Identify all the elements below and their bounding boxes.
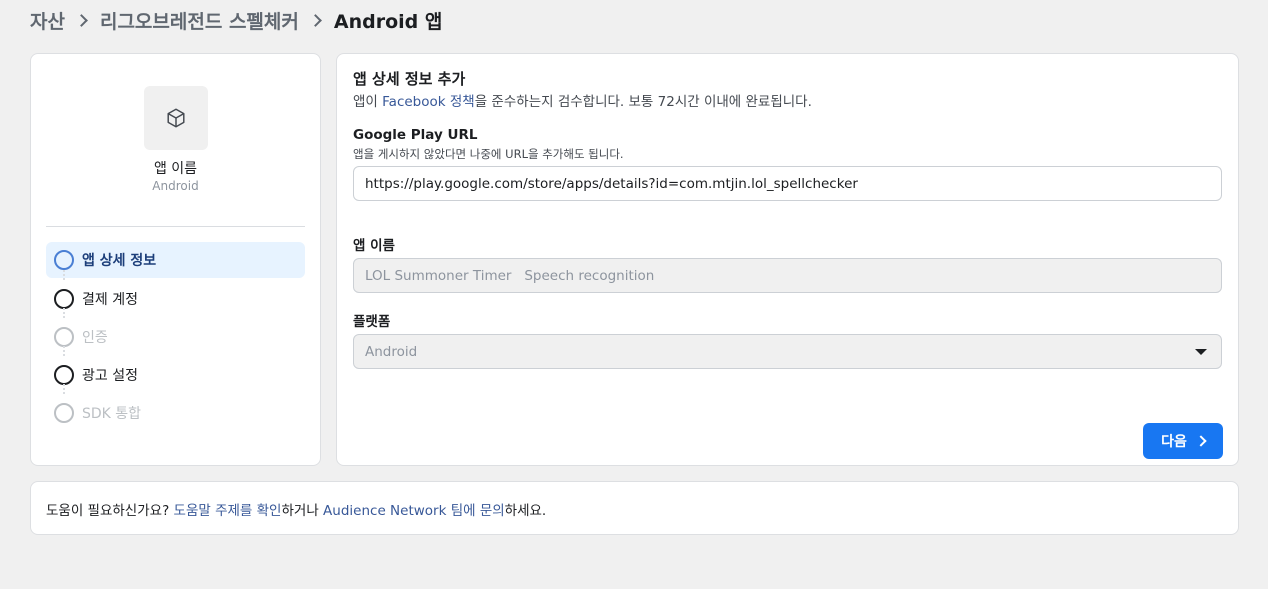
step-circle-icon <box>54 250 74 270</box>
step-circle-icon <box>54 403 74 423</box>
cube-icon <box>167 108 185 128</box>
step-label: SDK 통합 <box>82 406 142 422</box>
step-ad-settings[interactable]: 광고 설정 <box>46 346 305 394</box>
step-connector <box>63 270 65 280</box>
help-card: 도움이 필요하신가요? 도움말 주제를 확인하거나 Audience Netwo… <box>30 481 1239 535</box>
app-summary-card: 앱 이름 Android 앱 상세 정보 결제 계정 인증 광고 설정 SDK … <box>30 53 321 466</box>
step-label: 결제 계정 <box>82 292 138 308</box>
platform-select[interactable]: Android <box>353 334 1222 369</box>
app-name-value: LOL Summoner Timer Speech recognition <box>365 267 655 284</box>
contact-team-link[interactable]: Audience Network 팀에 문의 <box>323 503 505 519</box>
help-middle: 하거나 <box>281 503 324 519</box>
breadcrumb-item-current: Android 앱 <box>333 10 443 33</box>
step-payment-account[interactable]: 결제 계정 <box>46 270 305 318</box>
step-label: 광고 설정 <box>82 368 138 384</box>
app-name-input: LOL Summoner Timer Speech recognition <box>353 258 1222 293</box>
app-details-form: 앱 상세 정보 추가 앱이 Facebook 정책을 준수하는지 검수합니다. … <box>336 53 1239 466</box>
play-url-value: https://play.google.com/store/apps/detai… <box>365 175 858 192</box>
app-name-label: 앱 이름 <box>353 238 395 254</box>
step-connector <box>63 384 65 394</box>
form-description: 앱이 Facebook 정책을 준수하는지 검수합니다. 보통 72시간 이내에… <box>353 90 812 110</box>
step-verification: 인증 <box>46 308 305 356</box>
platform-value: Android <box>365 343 418 360</box>
chevron-right-icon <box>75 13 88 27</box>
step-label: 인증 <box>82 330 108 346</box>
divider <box>46 226 305 227</box>
breadcrumb: 자산 리그오브레전드 스펠체커 Android 앱 <box>30 6 442 34</box>
play-url-hint: 앱을 게시하지 않았다면 나중에 URL을 추가해도 됩니다. <box>353 147 624 161</box>
step-connector <box>63 346 65 356</box>
breadcrumb-item-assets[interactable]: 자산 <box>30 7 65 34</box>
step-connector <box>63 308 65 318</box>
help-prefix: 도움이 필요하신가요? <box>46 503 174 519</box>
help-suffix: 하세요. <box>504 503 547 519</box>
help-text: 도움이 필요하신가요? 도움말 주제를 확인하거나 Audience Netwo… <box>46 499 546 519</box>
play-url-input[interactable]: https://play.google.com/store/apps/detai… <box>353 166 1222 201</box>
step-app-details[interactable]: 앱 상세 정보 <box>46 242 305 278</box>
facebook-policy-link[interactable]: Facebook 정책 <box>382 94 475 110</box>
step-sdk-integration: SDK 통합 <box>46 384 305 432</box>
chevron-right-icon <box>309 13 322 27</box>
step-circle-icon <box>54 327 74 347</box>
caret-down-icon <box>1195 349 1207 355</box>
app-name: 앱 이름 <box>153 161 198 177</box>
step-label: 앱 상세 정보 <box>82 253 157 269</box>
desc-prefix: 앱이 <box>353 94 383 110</box>
platform-label: 플랫폼 <box>353 314 391 330</box>
next-button[interactable]: 다음 <box>1143 423 1223 459</box>
chevron-right-icon <box>1195 435 1207 447</box>
step-circle-icon <box>54 289 74 309</box>
next-label: 다음 <box>1161 434 1187 450</box>
step-circle-icon <box>54 365 74 385</box>
breadcrumb-item-business[interactable]: 리그오브레전드 스펠체커 <box>100 7 299 34</box>
setup-steps: 앱 상세 정보 결제 계정 인증 광고 설정 SDK 통합 <box>46 242 305 432</box>
form-title: 앱 상세 정보 추가 <box>353 70 466 88</box>
app-platform: Android <box>152 179 199 193</box>
desc-suffix: 을 준수하는지 검수합니다. 보통 72시간 이내에 완료됩니다. <box>474 94 812 110</box>
help-topics-link[interactable]: 도움말 주제를 확인 <box>174 503 282 519</box>
app-icon-placeholder <box>144 86 208 150</box>
play-url-label: Google Play URL <box>353 127 478 143</box>
